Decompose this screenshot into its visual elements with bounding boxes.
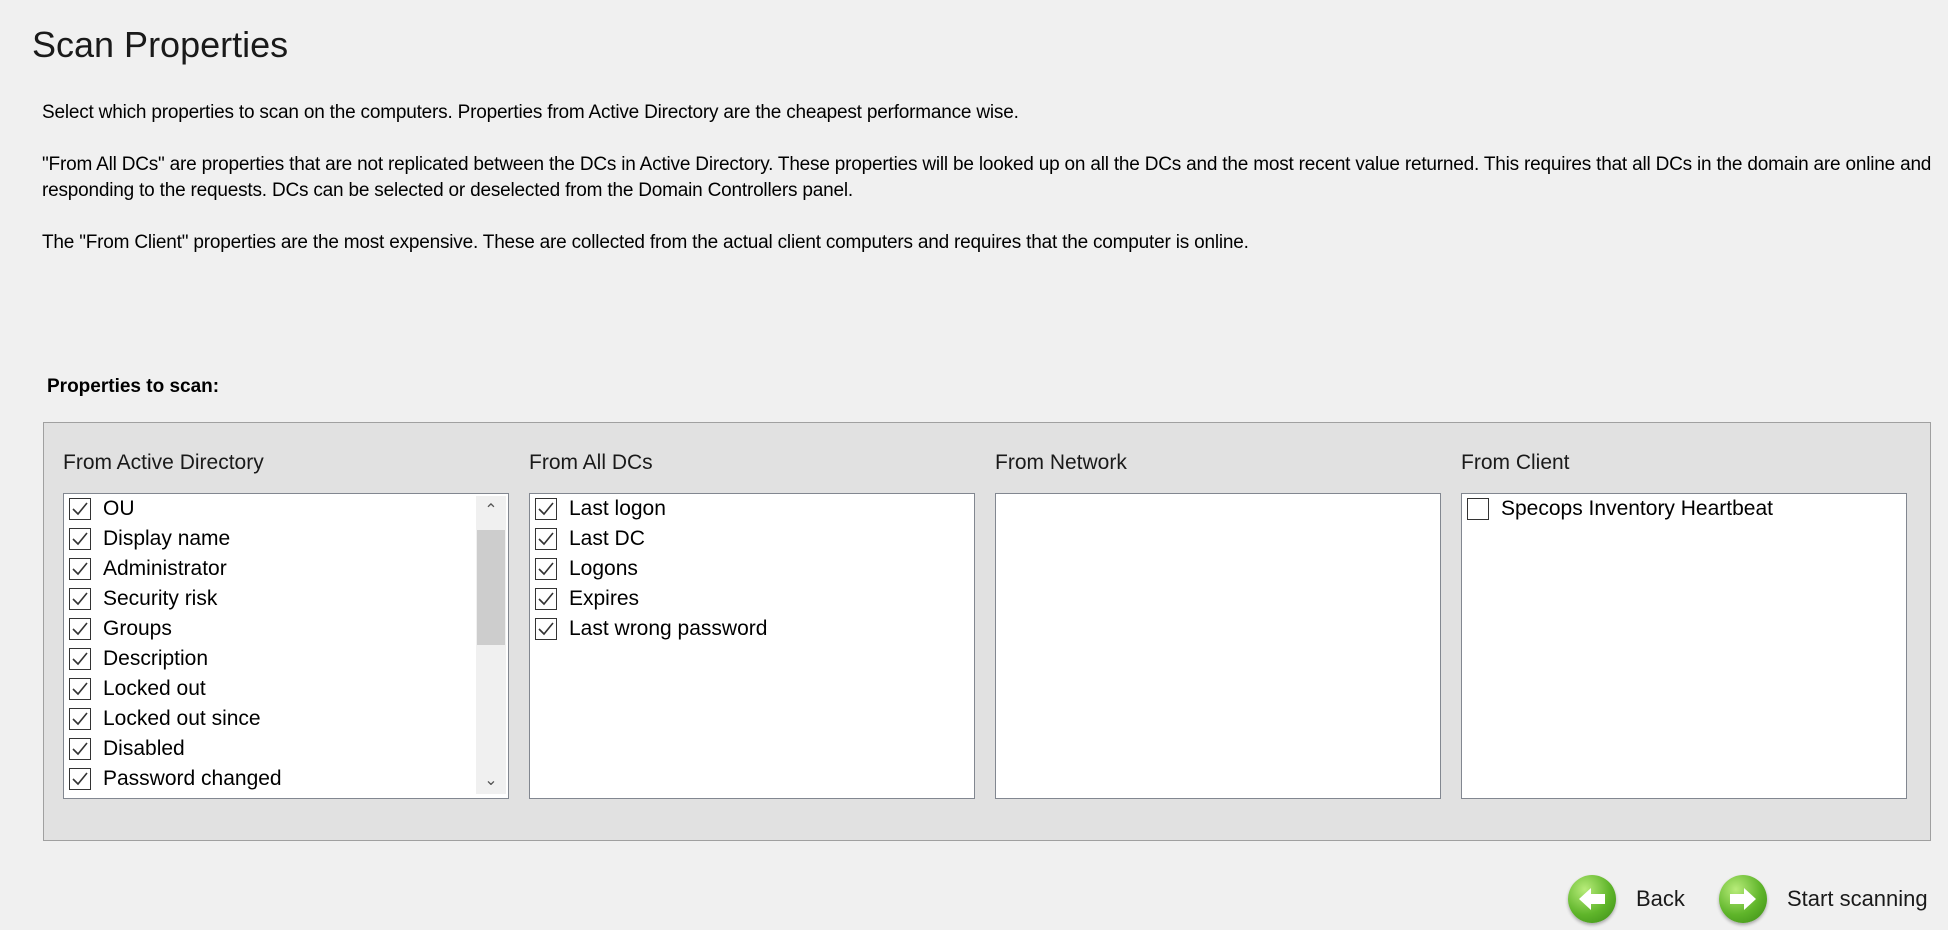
checkbox[interactable]: [1467, 498, 1489, 520]
list-item[interactable]: Locked out: [64, 674, 508, 704]
item-label: Administrator: [103, 557, 227, 580]
list-item[interactable]: Last DC: [530, 524, 974, 554]
list-item[interactable]: Last logon: [530, 494, 974, 524]
list-item[interactable]: Display name: [64, 524, 508, 554]
back-button[interactable]: Back: [1568, 875, 1685, 923]
checkmark-icon: [72, 652, 88, 666]
intro-text: Select which properties to scan on the c…: [42, 102, 1019, 123]
list-item[interactable]: OU: [64, 494, 508, 524]
checkmark-icon: [72, 772, 88, 786]
checkbox[interactable]: [535, 588, 557, 610]
checkmark-icon: [538, 532, 554, 546]
list-active-directory[interactable]: OU Display name Administrator Security risk…: [63, 493, 509, 799]
list-item[interactable]: Expires: [530, 584, 974, 614]
checkbox[interactable]: [69, 768, 91, 790]
list-item[interactable]: Disabled: [64, 734, 508, 764]
column-label-client: From Client: [1461, 451, 1570, 474]
checkmark-icon: [72, 562, 88, 576]
client-text: The "From Client" properties are the mos…: [42, 232, 1249, 253]
list-item[interactable]: Groups: [64, 614, 508, 644]
item-label: Display name: [103, 527, 231, 550]
scrollbar[interactable]: ⌃ ⌄: [476, 496, 506, 794]
list-item[interactable]: Locked out since: [64, 704, 508, 734]
checkmark-icon: [72, 532, 88, 546]
checkmark-icon: [72, 682, 88, 696]
back-label: Back: [1636, 886, 1685, 911]
checkmark-icon: [72, 592, 88, 606]
list-item[interactable]: Logons: [530, 554, 974, 584]
list-all-dcs[interactable]: Last logon Last DC Logons Expires Last wrong…: [529, 493, 975, 799]
column-label-active-directory: From Active Directory: [63, 451, 264, 474]
item-label: Specops Inventory Heartbeat: [1501, 497, 1773, 520]
checkbox[interactable]: [69, 528, 91, 550]
item-label: Disabled: [103, 737, 185, 760]
list-item[interactable]: Security risk: [64, 584, 508, 614]
checkmark-icon: [72, 712, 88, 726]
arrow-left-icon: [1568, 875, 1616, 923]
checkbox[interactable]: [535, 528, 557, 550]
item-label: Expires: [569, 587, 640, 610]
item-label: OU: [103, 497, 135, 520]
chevron-down-icon[interactable]: ⌄: [476, 770, 506, 790]
page-title: Scan Properties: [32, 24, 289, 65]
checkbox[interactable]: [69, 498, 91, 520]
all-dcs-text: "From All DCs" are properties that are n…: [42, 154, 1932, 201]
arrow-right-icon: [1719, 875, 1767, 923]
checkbox[interactable]: [69, 708, 91, 730]
item-label: Last wrong password: [569, 617, 768, 640]
list-item[interactable]: Last wrong password: [530, 614, 974, 644]
item-label: Groups: [103, 617, 172, 640]
list-client[interactable]: Specops Inventory Heartbeat: [1461, 493, 1907, 799]
column-label-network: From Network: [995, 451, 1127, 474]
checkbox[interactable]: [69, 558, 91, 580]
checkmark-icon: [72, 742, 88, 756]
item-label: Last DC: [569, 527, 645, 550]
item-label: Logons: [569, 557, 638, 580]
item-label: Description: [103, 647, 209, 670]
list-item[interactable]: Description: [64, 644, 508, 674]
checkbox[interactable]: [69, 678, 91, 700]
checkbox[interactable]: [69, 618, 91, 640]
list-item[interactable]: Administrator: [64, 554, 508, 584]
checkmark-icon: [538, 502, 554, 516]
checkmark-icon: [538, 622, 554, 636]
checkmark-icon: [72, 502, 88, 516]
checkmark-icon: [538, 562, 554, 576]
item-label: Locked out: [103, 677, 206, 700]
checkmark-icon: [72, 622, 88, 636]
checkbox[interactable]: [535, 498, 557, 520]
item-label: Password changed: [103, 767, 282, 790]
checkbox[interactable]: [535, 618, 557, 640]
list-network[interactable]: [995, 493, 1441, 799]
checkbox[interactable]: [69, 738, 91, 760]
item-label: Security risk: [103, 587, 218, 610]
item-label: Locked out since: [103, 707, 261, 730]
column-label-all-dcs: From All DCs: [529, 451, 653, 474]
checkbox[interactable]: [69, 648, 91, 670]
checkmark-icon: [538, 592, 554, 606]
checkbox[interactable]: [69, 588, 91, 610]
start-scanning-button[interactable]: Start scanning: [1719, 875, 1928, 923]
properties-label: Properties to scan:: [47, 376, 220, 397]
checkbox[interactable]: [535, 558, 557, 580]
list-item[interactable]: Specops Inventory Heartbeat: [1462, 494, 1906, 524]
scrollbar-thumb[interactable]: [477, 530, 505, 645]
chevron-up-icon[interactable]: ⌃: [476, 500, 506, 520]
item-label: Last logon: [569, 497, 666, 520]
start-scanning-label: Start scanning: [1787, 886, 1928, 911]
list-item[interactable]: Password changed: [64, 764, 508, 794]
